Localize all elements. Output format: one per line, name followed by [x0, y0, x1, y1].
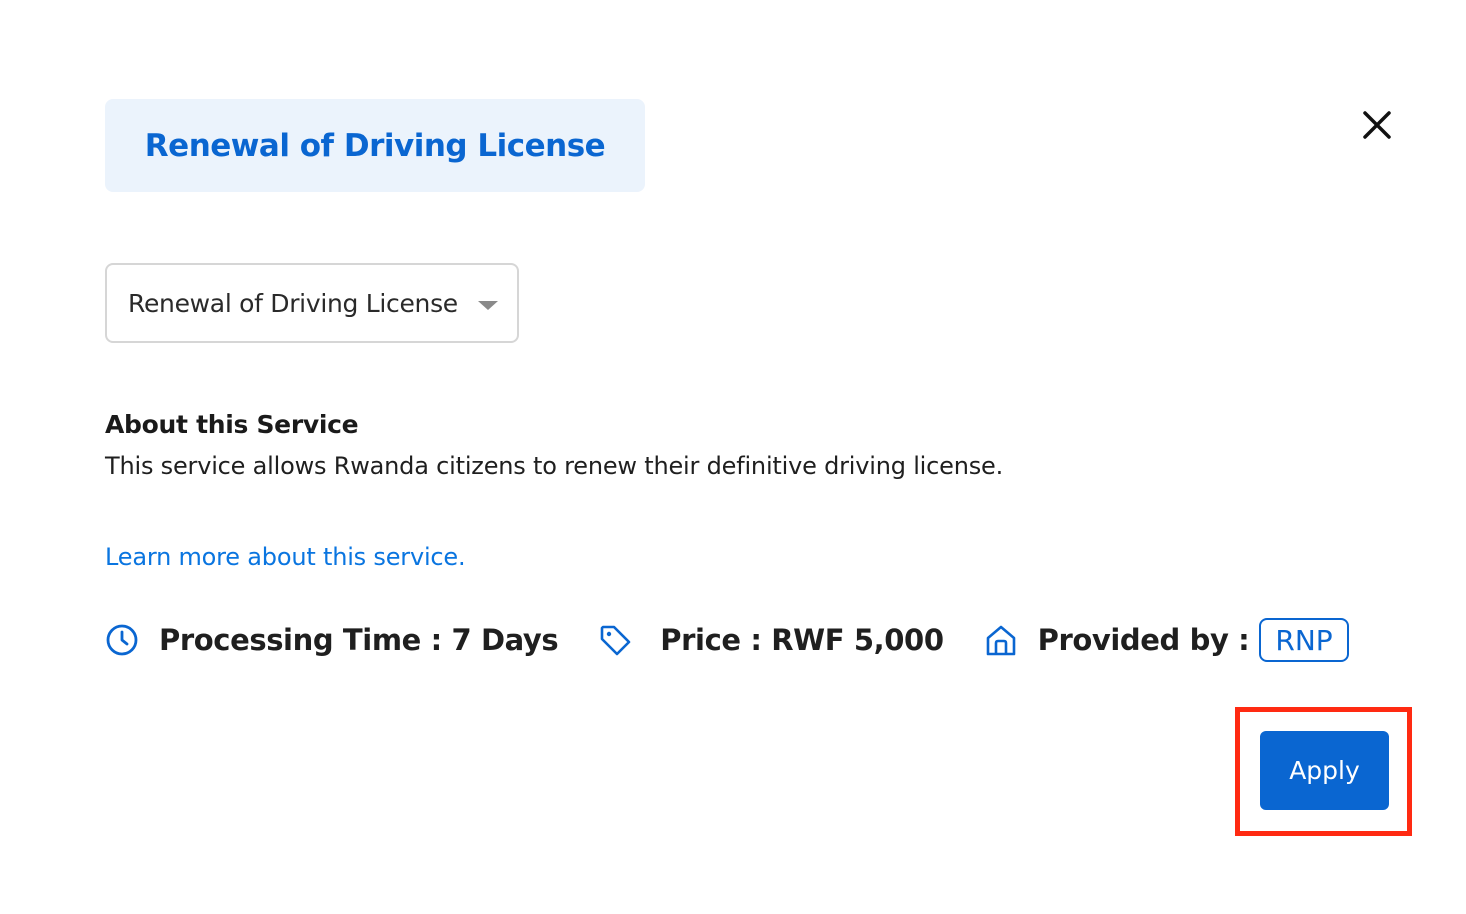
processing-time-label: Processing Time : 7 Days [159, 623, 559, 657]
provider-item: Provided by : RNP [984, 618, 1349, 662]
service-select-value: Renewal of Driving License [128, 288, 458, 318]
clock-icon [105, 623, 139, 657]
close-button[interactable] [1358, 106, 1396, 144]
processing-time-item: Processing Time : 7 Days [105, 623, 559, 657]
price-tag-icon [598, 623, 632, 657]
price-label: Price : RWF 5,000 [660, 623, 944, 657]
apply-button[interactable]: Apply [1260, 731, 1389, 810]
service-title: Renewal of Driving License [144, 127, 606, 164]
provider-badge[interactable]: RNP [1259, 618, 1349, 662]
learn-more-link[interactable]: Learn more about this service. [105, 543, 466, 571]
close-icon [1363, 111, 1391, 139]
chevron-down-icon [478, 301, 498, 310]
service-meta-row: Processing Time : 7 Days Price : RWF 5,0… [105, 616, 1349, 664]
price-item: Price : RWF 5,000 [598, 623, 944, 657]
service-title-chip: Renewal of Driving License [105, 99, 645, 192]
service-details-modal: Renewal of Driving License Renewal of Dr… [0, 0, 1466, 914]
service-select-dropdown[interactable]: Renewal of Driving License [105, 263, 519, 343]
provider-label: Provided by : [1037, 623, 1250, 657]
about-description: This service allows Rwanda citizens to r… [105, 452, 1004, 480]
home-icon [984, 623, 1018, 657]
about-heading: About this Service [105, 410, 359, 439]
